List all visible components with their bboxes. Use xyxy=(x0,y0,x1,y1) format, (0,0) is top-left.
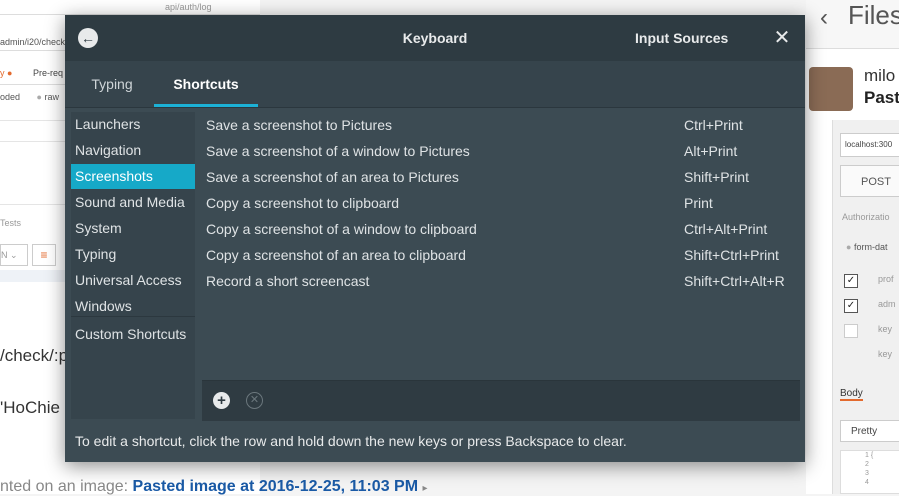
bg-pasted-image-link: Pasted image at 2016-12-25, 11:03 PM xyxy=(132,478,419,495)
bg-param-key: adm xyxy=(878,299,896,309)
shortcut-row[interactable]: Copy a screenshot to clipboard Print xyxy=(202,190,800,216)
bg-form-data-label: form-dat xyxy=(853,242,888,252)
shortcut-row[interactable]: Save a screenshot of a window to Picture… xyxy=(202,138,800,164)
category-sidebar: Launchers Navigation Screenshots Sound a… xyxy=(71,112,195,419)
bg-code-line-number: 1 { xyxy=(865,452,874,459)
bg-tab-1: y ● xyxy=(0,68,13,78)
plus-icon: + xyxy=(217,392,226,409)
bg-code-line-number: 2 xyxy=(865,461,869,468)
bg-radio-row: oded ● raw xyxy=(0,92,59,102)
category-navigation[interactable]: Navigation xyxy=(71,138,195,163)
category-sound-and-media[interactable]: Sound and Media xyxy=(71,190,195,215)
add-shortcut-button[interactable]: + xyxy=(213,392,230,409)
check-icon: ✓ xyxy=(844,299,858,313)
bg-files-header: ‹ Files xyxy=(806,0,899,49)
bg-pasted-label: Past xyxy=(864,88,899,107)
bg-select: N ⌄ xyxy=(0,244,28,266)
category-universal-access[interactable]: Universal Access xyxy=(71,268,195,293)
bg-select-value: N xyxy=(1,250,8,260)
shortcut-accel: Print xyxy=(684,195,713,211)
bg-code-line-number: 4 xyxy=(865,479,869,486)
category-launchers[interactable]: Launchers xyxy=(71,112,195,137)
shortcut-accel: Ctrl+Print xyxy=(684,117,743,133)
shortcut-accel: Shift+Ctrl+Alt+R xyxy=(684,273,785,289)
shortcut-name: Copy a screenshot of a window to clipboa… xyxy=(206,221,477,237)
bg-code-box: 1 { 2 3 4 xyxy=(840,450,899,494)
close-icon: ✕ xyxy=(773,27,791,49)
arrow-left-icon: ← xyxy=(81,30,95,46)
shortcut-name: Copy a screenshot of an area to clipboar… xyxy=(206,247,466,263)
bg-form-data: ● form-dat xyxy=(846,242,888,252)
bg-param-key: key xyxy=(878,349,893,359)
bg-pretty-select: Pretty xyxy=(840,420,899,442)
tab-typing[interactable]: Typing xyxy=(75,61,149,107)
category-custom-shortcuts[interactable]: Custom Shortcuts xyxy=(71,322,195,347)
bg-method: POST xyxy=(840,165,899,197)
check-icon: ✓ xyxy=(844,274,858,288)
tab-bar: Typing Shortcuts xyxy=(65,61,805,108)
shortcut-accel: Alt+Print xyxy=(684,143,738,159)
remove-shortcut-button[interactable]: ✕ xyxy=(246,392,263,409)
shortcut-name: Record a short screencast xyxy=(206,273,370,289)
keyboard-dialog: ← Keyboard Input Sources ✕ Typing Shortc… xyxy=(65,15,805,462)
bg-radio-1: oded xyxy=(0,92,21,102)
bg-code-line: 'HoChie xyxy=(0,398,60,417)
remove-icon: ✕ xyxy=(249,394,260,406)
shortcut-row[interactable]: Save a screenshot to Pictures Ctrl+Print xyxy=(202,112,800,138)
sidebar-divider xyxy=(71,316,195,317)
shortcut-name: Copy a screenshot to clipboard xyxy=(206,195,399,211)
category-system[interactable]: System xyxy=(71,216,195,241)
shortcut-row[interactable]: Copy a screenshot of a window to clipboa… xyxy=(202,216,800,242)
tab-shortcuts[interactable]: Shortcuts xyxy=(154,61,258,107)
shortcut-accel: Shift+Ctrl+Print xyxy=(684,247,779,263)
bg-param-key: key xyxy=(878,324,893,334)
bg-body-tab: Body xyxy=(840,388,863,401)
shortcut-accel: Shift+Print xyxy=(684,169,749,185)
shortcut-accel: Ctrl+Alt+Print xyxy=(684,221,768,237)
close-button[interactable]: ✕ xyxy=(772,27,792,49)
bg-files-title: Files xyxy=(848,0,899,30)
bg-url-input: localhost:300 xyxy=(840,133,899,157)
back-button[interactable]: ← xyxy=(78,28,98,48)
shortcut-row[interactable]: Copy a screenshot of an area to clipboar… xyxy=(202,242,800,268)
bg-param-key: prof xyxy=(878,274,894,284)
bg-radio-2: raw xyxy=(44,92,60,102)
bg-bottom-prefix: nted on an image: xyxy=(0,478,129,495)
checkbox-empty-icon xyxy=(844,324,858,338)
bg-tab-2: Pre-req xyxy=(32,68,63,78)
bg-user-name: milo xyxy=(864,66,896,85)
shortcut-name: Save a screenshot of a window to Picture… xyxy=(206,143,470,159)
bg-tests-label: Tests xyxy=(0,218,22,228)
input-sources-button[interactable]: Input Sources xyxy=(635,15,728,61)
bg-code-line: /check/:p xyxy=(0,346,69,365)
bg-url-text: api/auth/log xyxy=(165,2,212,12)
background-right-pane: ‹ Files milo Past localhost:300 POST Aut… xyxy=(806,0,899,494)
bg-url-bar: api/auth/log xyxy=(0,0,260,15)
shortcut-name: Save a screenshot to Pictures xyxy=(206,117,392,133)
dialog-titlebar: ← Keyboard Input Sources ✕ xyxy=(65,15,805,61)
category-typing[interactable]: Typing xyxy=(71,242,195,267)
avatar xyxy=(809,67,853,111)
bg-radio-icon: ● xyxy=(36,92,42,102)
chevron-left-icon: ‹ xyxy=(820,4,828,31)
wrap-icon: ≡ xyxy=(32,244,56,266)
shortcut-toolbar: + ✕ xyxy=(202,380,800,421)
edit-hint: To edit a shortcut, click the row and ho… xyxy=(75,433,627,449)
background-bottom-text: nted on an image: Pasted image at 2016-1… xyxy=(0,478,470,495)
shortcut-row[interactable]: Save a screenshot of an area to Pictures… xyxy=(202,164,800,190)
shortcut-row[interactable]: Record a short screencast Shift+Ctrl+Alt… xyxy=(202,268,800,294)
bg-auth-tab: Authorizatio xyxy=(842,212,890,222)
bg-request-url-text: admin/i20/check xyxy=(0,37,66,47)
category-screenshots[interactable]: Screenshots xyxy=(71,164,195,189)
chevron-right-icon: ▸ xyxy=(422,483,428,494)
shortcut-name: Save a screenshot of an area to Pictures xyxy=(206,169,459,185)
shortcut-list: Save a screenshot to Pictures Ctrl+Print… xyxy=(202,112,800,380)
bg-code-line-number: 3 xyxy=(865,470,869,477)
